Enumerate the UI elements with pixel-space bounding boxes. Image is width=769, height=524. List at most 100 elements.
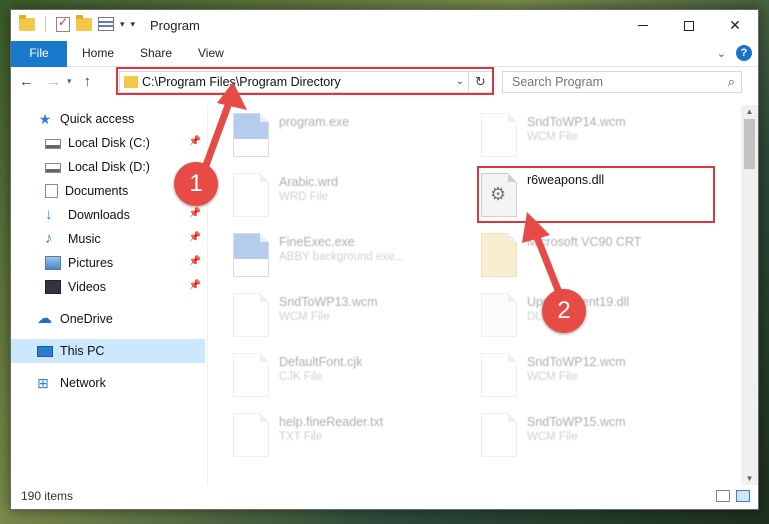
file-icon xyxy=(233,173,269,217)
new-folder-icon[interactable] xyxy=(76,14,92,31)
file-item[interactable]: DefaultFont.cjk CJK File xyxy=(231,349,461,405)
ribbon-controls: ⌄ ? xyxy=(717,45,752,61)
sidebar-item-this-pc[interactable]: This PC xyxy=(11,339,205,363)
maximize-icon xyxy=(684,20,694,31)
sidebar-item-label: This PC xyxy=(60,344,105,358)
tab-share[interactable]: Share xyxy=(126,41,186,67)
properties-check-icon[interactable] xyxy=(56,15,70,32)
file-type: WCM File xyxy=(279,311,330,323)
file-item[interactable]: program.exe xyxy=(231,109,461,165)
properties-icon[interactable] xyxy=(98,17,114,31)
pin-icon: 📌 xyxy=(188,280,201,291)
pane-divider[interactable] xyxy=(207,105,208,485)
sidebar-item-videos[interactable]: Videos 📌 xyxy=(11,275,205,299)
title-bar: ▾ ▾ Program ✕ xyxy=(11,10,758,41)
folder-icon xyxy=(19,14,35,31)
tab-home[interactable]: Home xyxy=(68,41,128,67)
sidebar-item-label: Local Disk (D:) xyxy=(68,160,150,174)
tab-file[interactable]: File xyxy=(11,41,67,67)
file-type: WCM File xyxy=(527,431,578,443)
search-input[interactable] xyxy=(503,72,703,92)
sidebar-item-label: Network xyxy=(60,376,106,390)
file-type: WCM File xyxy=(527,371,578,383)
sidebar-item-label: Videos xyxy=(68,280,106,294)
music-icon: ♪ xyxy=(45,230,53,247)
file-item[interactable]: Microsoft VC90 CRT xyxy=(479,229,709,285)
file-icon xyxy=(481,353,517,397)
back-arrow-icon[interactable]: ← xyxy=(19,73,34,90)
sidebar-item-label: Downloads xyxy=(68,208,130,222)
window-controls: ✕ xyxy=(620,10,758,41)
file-name: Arabic.wrd xyxy=(279,175,339,189)
large-icons-view-icon[interactable] xyxy=(736,490,750,502)
maximize-button[interactable] xyxy=(666,10,712,41)
minimize-icon xyxy=(638,25,648,26)
pin-icon: 📌 xyxy=(188,136,201,147)
file-type: WCM File xyxy=(527,131,578,143)
nav-buttons: ← → ▾ ↑ xyxy=(19,73,91,90)
close-button[interactable]: ✕ xyxy=(712,10,758,41)
step-2-badge: 2 xyxy=(542,289,586,333)
file-icon xyxy=(233,293,269,337)
sidebar-item-quick-access[interactable]: ★ Quick access xyxy=(11,107,205,131)
file-icon xyxy=(481,113,517,157)
file-name: help.fineReader.txt xyxy=(279,415,384,429)
recent-locations-icon[interactable]: ▾ xyxy=(67,76,72,87)
scroll-down-icon[interactable]: ▼ xyxy=(741,474,758,483)
quick-access-toolbar: ▾ ▾ xyxy=(19,14,136,32)
sidebar-item-label: Local Disk (C:) xyxy=(68,136,150,150)
vertical-scrollbar[interactable]: ▲ ▼ xyxy=(741,105,758,485)
scroll-up-icon[interactable]: ▲ xyxy=(741,107,758,116)
exe-icon xyxy=(233,113,269,157)
file-name: Microsoft VC90 CRT xyxy=(527,235,642,249)
close-icon: ✕ xyxy=(729,17,741,33)
file-name: SndToWP12.wcm xyxy=(527,355,626,369)
file-item[interactable]: Arabic.wrd WRD File xyxy=(231,169,461,225)
sidebar-item-onedrive[interactable]: ☁ OneDrive xyxy=(11,307,205,331)
ribbon: File Home Share View ⌄ ? xyxy=(11,41,758,67)
pin-icon: 📌 xyxy=(188,208,201,219)
file-item[interactable]: SndToWP14.wcm WCM File xyxy=(479,109,709,165)
window-title: Program xyxy=(150,18,200,33)
sidebar-item-label: Pictures xyxy=(68,256,114,270)
file-name: program.exe xyxy=(279,115,350,129)
help-icon[interactable]: ? xyxy=(736,45,752,61)
file-icon xyxy=(481,413,517,457)
forward-arrow-icon[interactable]: → xyxy=(46,73,61,90)
cloud-icon: ☁ xyxy=(37,310,52,327)
file-item[interactable]: SndToWP12.wcm WCM File xyxy=(479,349,709,405)
documents-icon xyxy=(45,184,58,198)
expand-ribbon-icon[interactable]: ⌄ xyxy=(717,47,726,60)
status-bar: 190 items xyxy=(11,485,758,509)
sidebar-item-local-disk-c[interactable]: Local Disk (C:) 📌 xyxy=(11,131,205,155)
sidebar-item-pictures[interactable]: Pictures 📌 xyxy=(11,251,205,275)
sidebar-item-label: Quick access xyxy=(60,112,135,126)
pin-icon: 📌 xyxy=(188,232,201,243)
file-name: FineExec.exe xyxy=(279,235,355,249)
file-name: SndToWP13.wcm xyxy=(279,295,378,309)
sidebar-item-downloads[interactable]: ↓ Downloads 📌 xyxy=(11,203,205,227)
file-item[interactable]: SndToWP15.wcm WCM File xyxy=(479,409,709,465)
file-icon xyxy=(233,413,269,457)
file-type: TXT File xyxy=(279,431,323,443)
file-item[interactable]: help.fineReader.txt TXT File xyxy=(231,409,461,465)
file-item[interactable]: SndToWP13.wcm WCM File xyxy=(231,289,461,345)
search-icon[interactable]: ⌕ xyxy=(728,74,735,90)
details-view-icon[interactable] xyxy=(716,490,730,502)
file-type: ABBY background exe... xyxy=(279,251,405,263)
file-highlight-box xyxy=(477,166,715,223)
chevron-down-icon[interactable]: ▾ xyxy=(120,19,125,30)
search-box[interactable]: ⌕ xyxy=(502,71,742,93)
tab-view[interactable]: View xyxy=(184,41,238,67)
up-arrow-icon[interactable]: ↑ xyxy=(84,73,92,90)
file-item[interactable]: UpdateClient19.dll DLL xyxy=(479,289,709,345)
customize-toolbar-icon[interactable]: ▾ xyxy=(131,19,136,30)
file-name: DefaultFont.cjk xyxy=(279,355,363,369)
scroll-thumb[interactable] xyxy=(744,119,755,169)
minimize-button[interactable] xyxy=(620,10,666,41)
file-item[interactable]: FineExec.exe ABBY background exe... xyxy=(231,229,461,285)
file-list: program.exe SndToWP14.wcm WCM File Arabi… xyxy=(231,105,736,485)
sidebar-item-network[interactable]: ⊞ Network xyxy=(11,371,205,395)
exe-icon xyxy=(233,233,269,277)
sidebar-item-music[interactable]: ♪ Music 📌 xyxy=(11,227,205,251)
